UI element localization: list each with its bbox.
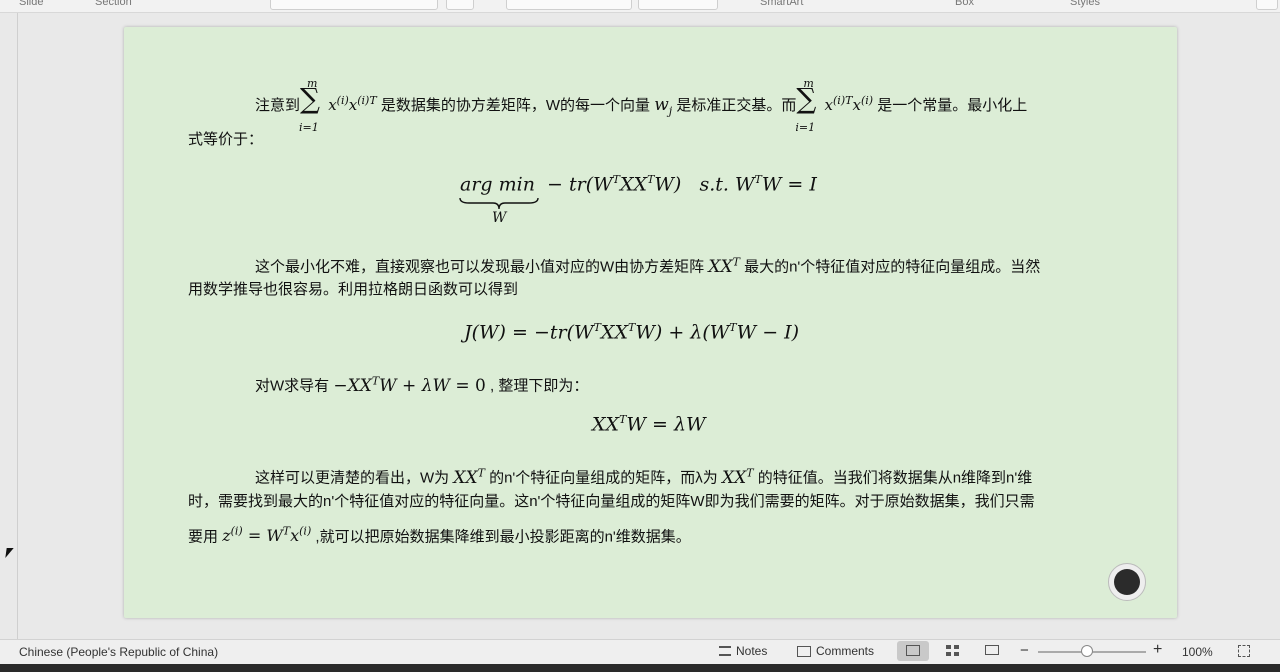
notes-label: Notes [736, 644, 768, 658]
textbox-button[interactable]: Box [955, 0, 974, 8]
text-run: 要用 [188, 528, 219, 546]
text-run: 是一个常量。最小化上 [877, 97, 1028, 114]
smartart-button[interactable]: SmartArt [760, 0, 803, 8]
zoom-out-button[interactable]: − [1020, 642, 1029, 659]
comments-icon [797, 645, 811, 657]
paragraph-4-line-1: 这样可以更清楚的看出，W为 XXT 的n'个特征向量组成的矩阵，而λ为 XXT … [255, 466, 1033, 488]
text-run: 这个最小化不难，直接观察也可以发现最小值对应的W由协方差矩阵 [255, 258, 705, 276]
record-icon [1114, 569, 1140, 595]
paragraph-4-line-2: 时，需要找到最大的n'个特征值对应的特征向量。这n'个特征向量组成的矩阵W即为我… [188, 493, 1035, 510]
ribbon-field-3[interactable] [638, 0, 718, 10]
summation-symbol: m ∑ i=1 [795, 77, 817, 135]
status-bar: Chinese (People's Republic of China) Not… [0, 639, 1280, 664]
reading-view-icon[interactable] [985, 645, 999, 655]
ribbon-field[interactable] [270, 0, 438, 10]
paragraph-2-line-2: 用数学推导也很容易。利用拉格朗日函数可以得到 [188, 281, 519, 298]
underbrace-label: W [492, 210, 507, 226]
paragraph-4-line-3: 要用 z(i) = WTx(i) ,就可以把原始数据集降维到最小投影距离的n'维… [188, 525, 691, 546]
slide-button[interactable]: Slide [19, 0, 43, 8]
text-run: 这样可以更清楚的看出，W为 [255, 469, 450, 487]
paragraph-3: 对W求导有 −XXTW + λW = 0 , 整理下即为： [255, 374, 589, 396]
ribbon-field-2[interactable] [506, 0, 632, 10]
comments-button[interactable]: Comments [797, 644, 874, 658]
notes-button[interactable]: Notes [719, 644, 767, 658]
slide-canvas[interactable]: 注意到 m ∑ i=1 x(i)x(i)T 是数据集的协方差矩阵，W的每一个向量 wj… [124, 27, 1177, 618]
language-indicator[interactable]: Chinese (People's Republic of China) [19, 645, 218, 659]
mouse-cursor-icon [5, 548, 14, 558]
notes-icon [719, 646, 731, 656]
styles-button[interactable]: Styles [1070, 0, 1100, 8]
slide-sorter-view-icon[interactable] [946, 645, 960, 657]
text-run: , 整理下即为： [490, 377, 589, 395]
text-run: 是标准正交基。而 [676, 97, 797, 114]
normal-view-button[interactable] [897, 641, 929, 661]
summation-symbol: m ∑ i=1 [299, 77, 321, 135]
record-button[interactable] [1108, 563, 1146, 601]
equation-lagrangian: J(W) = −tr(WTXXTW) + λ(WTW − I) [464, 321, 800, 344]
ribbon-button[interactable] [446, 0, 474, 10]
fit-to-window-icon[interactable] [1238, 645, 1250, 657]
text-run: ,就可以把原始数据集降维到最小投影距离的n'维数据集。 [315, 528, 691, 546]
equation-argmin: arg min − tr(WTXXTW) s.t. WTW = I [460, 173, 817, 196]
paragraph-1-line-1: 注意到 m ∑ i=1 x(i)x(i)T 是数据集的协方差矩阵，W的每一个向量 wj… [255, 77, 1028, 135]
text-run: 最大的n'个特征值对应的特征向量组成。当然 [744, 258, 1041, 276]
text-run: 注意到 [255, 97, 301, 114]
comments-label: Comments [816, 644, 875, 658]
pane-divider[interactable] [17, 13, 18, 639]
text-run: 对W求导有 [255, 377, 330, 395]
text-run: 的特征值。当我们将数据集从n维降到n'维 [757, 469, 1033, 487]
underbrace-icon [459, 197, 539, 210]
paragraph-1-line-2: 式等价于： [188, 131, 264, 148]
zoom-slider-thumb[interactable] [1080, 645, 1093, 657]
ribbon-scroll[interactable] [1256, 0, 1278, 10]
text-run: 是数据集的协方差矩阵，W的每一个向量 [380, 97, 651, 114]
ribbon: Slide Section SmartArt Box Styles [0, 0, 1280, 13]
equation-eigen: XXTW = λW [592, 413, 706, 436]
zoom-in-button[interactable]: + [1153, 641, 1162, 659]
zoom-level[interactable]: 100% [1182, 645, 1213, 659]
text-run: 的n'个特征向量组成的矩阵，而λ为 [489, 469, 718, 487]
section-button[interactable]: Section [95, 0, 132, 8]
paragraph-2-line-1: 这个最小化不难，直接观察也可以发现最小值对应的W由协方差矩阵 XXT 最大的n'… [255, 255, 1041, 277]
taskbar-edge [0, 664, 1280, 672]
normal-view-icon [906, 645, 920, 656]
